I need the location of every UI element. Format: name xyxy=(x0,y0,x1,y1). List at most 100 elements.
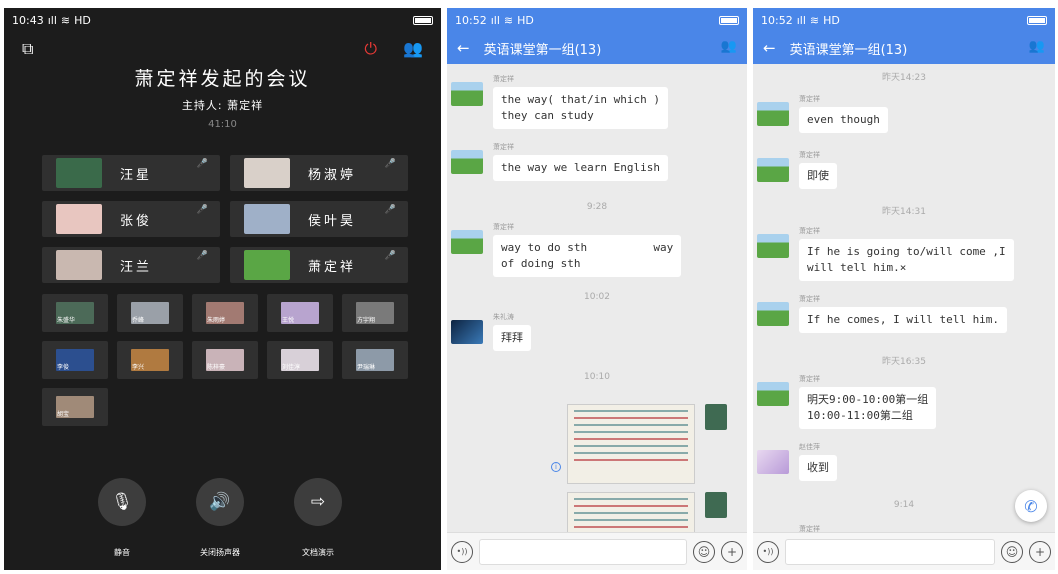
message-bubble[interactable]: If he comes, I will tell him. xyxy=(799,307,1008,333)
participant-name: 胡宝 xyxy=(57,411,70,418)
avatar[interactable] xyxy=(757,102,789,126)
avatar: 刘佳淳 xyxy=(281,349,319,371)
avatar xyxy=(56,204,102,234)
mute-button[interactable]: 🎙 xyxy=(98,478,146,526)
message-bubble[interactable]: the way( that/in which ) they can study xyxy=(493,87,668,129)
voice-input-icon[interactable]: •)) xyxy=(757,540,779,563)
avatar[interactable] xyxy=(451,82,483,106)
avatar[interactable] xyxy=(757,450,789,474)
participant-thumbnail[interactable]: 李俊 xyxy=(42,341,108,379)
emoji-icon[interactable]: ☺ xyxy=(1001,540,1023,563)
participant-name: 刘佳淳 xyxy=(282,364,301,371)
participant-name: 萧定祥 xyxy=(308,259,357,275)
sender-name: 萧定祥 xyxy=(799,295,820,303)
chat-title: 英语课堂第一组(13) xyxy=(483,42,602,58)
participant-card[interactable]: 汪星 🎤 xyxy=(42,155,220,191)
timestamp: 昨天14:23 xyxy=(882,73,926,83)
participant-name: 汪兰 xyxy=(120,259,153,275)
participant-card[interactable]: 杨淑婷 🎤 xyxy=(230,155,408,191)
image-message[interactable] xyxy=(567,404,695,484)
network-label: HD xyxy=(517,13,534,27)
participant-thumbnail[interactable]: 乔峰 xyxy=(117,294,183,332)
participants-icon[interactable]: 👥 xyxy=(403,41,423,57)
speaker-off-label: 关闭扬声器 xyxy=(200,548,240,557)
message-bubble[interactable]: 拜拜 xyxy=(493,325,531,351)
message-list[interactable]: 萧定祥 the way( that/in which ) they can stu… xyxy=(447,64,747,539)
sender-name: 萧定祥 xyxy=(493,223,514,231)
leave-meeting-icon[interactable]: ⏻ xyxy=(364,41,377,57)
chat-header: ← 英语课堂第一组(13) 👥 xyxy=(447,32,747,64)
group-members-icon[interactable]: 👥 xyxy=(1029,39,1045,54)
participant-card[interactable]: 侯叶昊 🎤 xyxy=(230,201,408,237)
avatar[interactable] xyxy=(451,320,483,344)
meeting-title: 萧定祥发起的会议 xyxy=(134,68,311,90)
clock: 10:43 xyxy=(12,13,44,27)
message-bubble[interactable]: even though xyxy=(799,107,888,133)
participant-thumbnail[interactable]: 刘佳淳 xyxy=(267,341,333,379)
participant-name: 方宇翔 xyxy=(357,317,376,324)
meeting-control-labels: 静音 关闭扬声器 文档演示 xyxy=(98,547,342,558)
avatar[interactable] xyxy=(451,150,483,174)
group-chat-screen-2: 10:52 ıll ≋ HD ← 英语课堂第一组(13) 👥 昨天14:23 萧定… xyxy=(753,8,1055,570)
sender-name: 赵佳萍 xyxy=(799,443,820,451)
avatar[interactable] xyxy=(451,230,483,254)
message-bubble[interactable]: way to do sth way of doing sth xyxy=(493,235,682,277)
timestamp: 10:02 xyxy=(584,292,610,302)
group-chat-screen-1: 10:52 ıll ≋ HD ← 英语课堂第一组(13) 👥 萧定祥 the wa… xyxy=(447,8,747,570)
participant-name: 朱盛华 xyxy=(57,317,76,324)
back-arrow-icon[interactable]: ← xyxy=(457,39,470,57)
participant-thumbnail[interactable]: 朱雨婷 xyxy=(192,294,258,332)
participant-thumbnail[interactable]: 方宇翔 xyxy=(342,294,408,332)
avatar[interactable] xyxy=(757,158,789,182)
participant-thumbnail[interactable]: 朱盛华 xyxy=(42,294,108,332)
participant-thumbnail[interactable]: 尹瑞琳 xyxy=(342,341,408,379)
participant-card[interactable]: 张俊 🎤 xyxy=(42,201,220,237)
avatar[interactable] xyxy=(705,492,727,518)
share-document-button[interactable]: ⇨ xyxy=(294,478,342,526)
add-icon[interactable]: + xyxy=(721,540,743,563)
avatar[interactable] xyxy=(757,382,789,406)
status-bar: 10:52 ıll ≋ HD xyxy=(447,8,747,32)
back-arrow-icon[interactable]: ← xyxy=(763,39,776,57)
avatar[interactable] xyxy=(757,234,789,258)
participant-card[interactable]: 汪兰 🎤 xyxy=(42,247,220,283)
message-bubble[interactable]: the way we learn English xyxy=(493,155,668,181)
message-bubble[interactable]: 收到 xyxy=(799,455,837,481)
participant-thumbnail[interactable]: 王悦 xyxy=(267,294,333,332)
participant-thumbnail[interactable]: 胡宝 xyxy=(42,388,108,426)
voice-input-icon[interactable]: •)) xyxy=(451,540,473,563)
message-bubble[interactable]: 即使 xyxy=(799,163,837,189)
participant-thumbnail[interactable]: 李兴 xyxy=(117,341,183,379)
message-input[interactable] xyxy=(785,538,995,565)
call-icon[interactable]: ✆ xyxy=(1015,490,1047,522)
avatar[interactable] xyxy=(757,302,789,326)
mic-icon: 🎤 xyxy=(196,251,208,261)
avatar[interactable] xyxy=(705,404,727,430)
group-members-icon[interactable]: 👥 xyxy=(721,39,737,54)
signal-icon: ıll xyxy=(796,13,806,27)
participant-card[interactable]: 萧定祥 🎤 xyxy=(230,247,408,283)
participant-name: 乔峰 xyxy=(132,317,145,324)
input-bar: •)) ☺ + xyxy=(447,532,747,570)
status-bar: 10:43 ıll ≋ HD xyxy=(4,8,441,32)
participant-thumbnail[interactable]: 陈梓豪 xyxy=(192,341,258,379)
mute-label: 静音 xyxy=(114,548,130,557)
emoji-icon[interactable]: ☺ xyxy=(693,540,715,563)
add-icon[interactable]: + xyxy=(1029,540,1051,563)
participant-name: 张俊 xyxy=(120,213,153,229)
network-label: HD xyxy=(74,13,91,27)
participant-name: 朱雨婷 xyxy=(207,317,226,324)
info-icon[interactable]: i xyxy=(551,462,561,472)
participant-grid: 汪星 🎤 杨淑婷 🎤 张俊 🎤 侯叶昊 🎤 汪兰 🎤 萧定祥 🎤 xyxy=(42,155,408,283)
battery-icon xyxy=(1027,15,1047,25)
minimize-window-icon[interactable]: ⧉ xyxy=(22,41,33,57)
participant-name: 李兴 xyxy=(132,364,145,371)
message-input[interactable] xyxy=(479,538,687,565)
message-bubble[interactable]: If he is going to/will come ,I will tell… xyxy=(799,239,1014,281)
battery-icon xyxy=(719,15,739,25)
sender-name: 萧定祥 xyxy=(799,375,820,383)
speaker-off-button[interactable]: 🔊 xyxy=(196,478,244,526)
message-list[interactable]: 昨天14:23 萧定祥 even though 萧定祥 即使 昨天14:31 萧定祥 If h… xyxy=(753,64,1055,539)
mic-icon: 🎤 xyxy=(196,159,208,169)
message-bubble[interactable]: 明天9:00-10:00第一组 10:00-11:00第二组 xyxy=(799,387,937,429)
